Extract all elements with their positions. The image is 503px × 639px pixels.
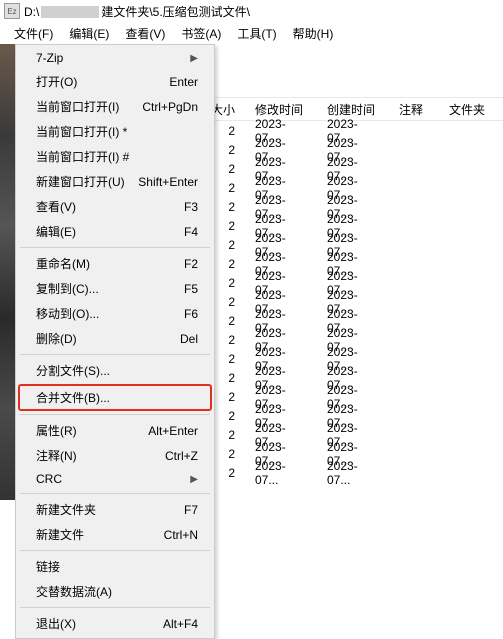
menu-item-label: 当前窗口打开(I) # (36, 148, 129, 165)
menu-item-分割文件(S)...[interactable]: 分割文件(S)... (18, 358, 212, 383)
menu-item-删除(D)[interactable]: 删除(D) Del (18, 326, 212, 351)
menu-item-label: 退出(X) (36, 615, 76, 632)
menu-item-label: 当前窗口打开(I) * (36, 123, 127, 140)
app-icon: Ez (4, 3, 20, 19)
menu-shortcut: Ctrl+PgDn (142, 100, 198, 114)
menu-item-label: 移动到(O)... (36, 305, 99, 322)
menu-help[interactable]: 帮助(H) (285, 23, 342, 44)
cell-mtime: 2023-07... (245, 459, 317, 487)
menu-separator (20, 354, 210, 355)
title-bar: Ez D:\建文件夹\5.压缩包测试文件\ (0, 0, 503, 22)
menu-shortcut: Ctrl+N (164, 528, 198, 542)
col-ctime[interactable]: 创建时间 (317, 101, 389, 118)
menu-item-label: 合并文件(B)... (36, 389, 110, 406)
menu-item-打开(O)[interactable]: 打开(O) Enter (18, 69, 212, 94)
menu-item-复制到(C)...[interactable]: 复制到(C)... F5 (18, 276, 212, 301)
menu-item-label: CRC (36, 472, 62, 486)
menu-item-label: 新建文件夹 (36, 501, 96, 518)
col-note[interactable]: 注释 (389, 101, 439, 118)
menu-item-属性(R)[interactable]: 属性(R) Alt+Enter (18, 418, 212, 443)
menu-shortcut: F6 (184, 307, 198, 321)
menu-item-当前窗口打开(I) *[interactable]: 当前窗口打开(I) * (18, 119, 212, 144)
menu-item-合并文件(B)...[interactable]: 合并文件(B)... (20, 386, 210, 409)
menu-shortcut: Enter (169, 75, 198, 89)
chevron-right-icon: ▶ (190, 474, 198, 485)
menu-item-label: 属性(R) (36, 422, 77, 439)
menu-item-label: 7-Zip (36, 51, 63, 65)
file-menu-dropdown: 7-Zip▶打开(O)Enter当前窗口打开(I)Ctrl+PgDn当前窗口打开… (15, 44, 215, 639)
menu-tools[interactable]: 工具(T) (229, 23, 284, 44)
menu-item-label: 当前窗口打开(I) (36, 98, 119, 115)
col-folder[interactable]: 文件夹 (439, 101, 499, 118)
menu-shortcut: Shift+Enter (138, 175, 198, 189)
menu-shortcut: Alt+F4 (163, 617, 198, 631)
menu-item-label: 打开(O) (36, 73, 77, 90)
menu-item-label: 编辑(E) (36, 223, 76, 240)
menu-item-交替数据流(A)[interactable]: 交替数据流(A) (18, 579, 212, 604)
menu-item-label: 新建窗口打开(U) (36, 173, 125, 190)
menu-edit[interactable]: 编辑(E) (61, 23, 117, 44)
menu-item-编辑(E)[interactable]: 编辑(E) F4 (18, 219, 212, 244)
menu-item-label: 交替数据流(A) (36, 583, 112, 600)
menu-file[interactable]: 文件(F) (6, 23, 61, 44)
menu-item-注释(N)[interactable]: 注释(N) Ctrl+Z (18, 443, 212, 468)
menu-separator (20, 414, 210, 415)
menu-view[interactable]: 查看(V) (117, 23, 173, 44)
menu-item-移动到(O)...[interactable]: 移动到(O)... F6 (18, 301, 212, 326)
menu-item-label: 查看(V) (36, 198, 76, 215)
window-title: D:\建文件夹\5.压缩包测试文件\ (24, 3, 250, 20)
menu-bar: 文件(F) 编辑(E) 查看(V) 书签(A) 工具(T) 帮助(H) (0, 22, 503, 44)
menu-item-退出(X)[interactable]: 退出(X) Alt+F4 (18, 611, 212, 636)
menu-shortcut: Alt+Enter (148, 424, 198, 438)
menu-item-label: 新建文件 (36, 526, 84, 543)
menu-item-label: 分割文件(S)... (36, 362, 110, 379)
menu-shortcut: F2 (184, 257, 198, 271)
menu-shortcut: F3 (184, 200, 198, 214)
menu-item-当前窗口打开(I)[interactable]: 当前窗口打开(I) Ctrl+PgDn (18, 94, 212, 119)
left-background-strip (0, 44, 15, 500)
menu-item-label: 复制到(C)... (36, 280, 99, 297)
menu-shortcut: F7 (184, 503, 198, 517)
menu-item-7-Zip[interactable]: 7-Zip ▶ (18, 47, 212, 69)
menu-shortcut: F4 (184, 225, 198, 239)
menu-item-label: 注释(N) (36, 447, 77, 464)
highlighted-menu-item: 合并文件(B)... (18, 384, 212, 411)
menu-item-新建文件[interactable]: 新建文件 Ctrl+N (18, 522, 212, 547)
menu-item-新建窗口打开(U)[interactable]: 新建窗口打开(U) Shift+Enter (18, 169, 212, 194)
menu-item-CRC[interactable]: CRC ▶ (18, 468, 212, 490)
menu-shortcut: Ctrl+Z (165, 449, 198, 463)
menu-item-链接[interactable]: 链接 (18, 554, 212, 579)
menu-item-label: 重命名(M) (36, 255, 90, 272)
menu-separator (20, 247, 210, 248)
table-row[interactable]: 22023-07...2023-07... (195, 463, 503, 482)
menu-shortcut: Del (180, 332, 198, 346)
col-mtime[interactable]: 修改时间 (245, 101, 317, 118)
menu-item-重命名(M)[interactable]: 重命名(M) F2 (18, 251, 212, 276)
menu-separator (20, 493, 210, 494)
cell-ctime: 2023-07... (317, 459, 389, 487)
menu-item-label: 链接 (36, 558, 60, 575)
menu-item-查看(V)[interactable]: 查看(V) F3 (18, 194, 212, 219)
menu-shortcut: F5 (184, 282, 198, 296)
menu-separator (20, 607, 210, 608)
menu-separator (20, 550, 210, 551)
menu-item-当前窗口打开(I) #[interactable]: 当前窗口打开(I) # (18, 144, 212, 169)
menu-item-label: 删除(D) (36, 330, 77, 347)
menu-item-新建文件夹[interactable]: 新建文件夹 F7 (18, 497, 212, 522)
chevron-right-icon: ▶ (190, 53, 198, 64)
menu-bookmarks[interactable]: 书签(A) (173, 23, 229, 44)
